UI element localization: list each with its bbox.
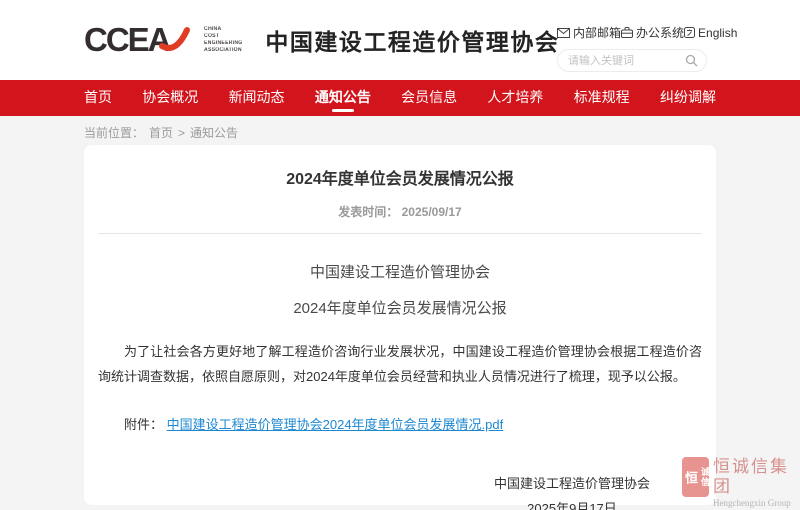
breadcrumb-home[interactable]: 首页: [149, 124, 173, 141]
search-box: [557, 49, 707, 72]
org-name-title: 中国建设工程造价管理协会: [265, 23, 559, 57]
nav-item-notices[interactable]: 通知公告: [315, 80, 371, 116]
nav-item-members[interactable]: 会员信息: [401, 80, 457, 116]
watermark-name-cn: 恒诚信集团: [713, 457, 800, 497]
quick-links: 内部邮箱 办公系统 English: [557, 24, 707, 41]
nav-item-news[interactable]: 新闻动态: [229, 80, 285, 116]
ccea-logo-graphic: CCEA: [84, 18, 202, 62]
article-paragraph: 为了让社会各方更好地了解工程造价咨询行业发展状况，中国建设工程造价管理协会根据工…: [98, 339, 702, 389]
site-header: CCEA CHINA COST ENGINEERING ASSOCIATION …: [0, 0, 800, 80]
logo-sub-line: ASSOCIATION: [204, 48, 243, 54]
breadcrumb-separator: >: [178, 126, 185, 140]
article-title: 2024年度单位会员发展情况公报: [98, 165, 702, 189]
ccea-logo-acronym: CCEA: [84, 18, 202, 62]
breadcrumb-prefix: 当前位置：: [84, 124, 144, 141]
translate-icon: [684, 27, 695, 38]
site-logo[interactable]: CCEA CHINA COST ENGINEERING ASSOCIATION …: [84, 18, 559, 62]
envelope-icon: [557, 28, 570, 38]
logo-sub-line: CHINA: [204, 27, 243, 33]
attachment-row: 附件： 中国建设工程造价管理协会2024年度单位会员发展情况.pdf: [98, 414, 702, 433]
main-nav: 首页 协会概况 新闻动态 通知公告 会员信息 人才培养 标准规程 纠纷调解: [0, 80, 800, 116]
search-icon[interactable]: [685, 54, 698, 67]
nav-item-about[interactable]: 协会概况: [142, 80, 198, 116]
signature-block: 中国建设工程造价管理协会 2025年9月17日: [98, 471, 702, 510]
article-card: 2024年度单位会员发展情况公报 发表时间： 2025/09/17 中国建设工程…: [84, 145, 716, 505]
internal-mail-label: 内部邮箱: [573, 24, 621, 41]
office-system-label: 办公系统: [636, 24, 684, 41]
breadcrumb: 当前位置： 首页 > 通知公告: [84, 124, 800, 141]
nav-item-training[interactable]: 人才培养: [487, 80, 543, 116]
search-input[interactable]: [568, 55, 685, 67]
title-divider: [98, 233, 702, 234]
document-heading-title: 2024年度单位会员发展情况公报: [98, 297, 702, 318]
breadcrumb-current[interactable]: 通知公告: [190, 124, 238, 141]
publish-time: 发表时间： 2025/09/17: [98, 203, 702, 220]
attachment-pdf-link[interactable]: 中国建设工程造价管理协会2024年度单位会员发展情况.pdf: [167, 417, 504, 432]
watermark-name-en: Hengchengxin Group: [713, 497, 800, 509]
nav-item-home[interactable]: 首页: [84, 80, 112, 116]
nav-item-standards[interactable]: 标准规程: [574, 80, 630, 116]
attachment-label: 附件：: [124, 417, 163, 432]
nav-item-mediation[interactable]: 纠纷调解: [660, 80, 716, 116]
internal-mail-link[interactable]: 内部邮箱: [557, 24, 621, 41]
logo-sub-line: COST: [204, 34, 243, 40]
signature-date: 2025年9月17日: [494, 496, 650, 510]
signature-org: 中国建设工程造价管理协会: [494, 471, 650, 496]
header-utilities: 内部邮箱 办公系统 English: [557, 24, 707, 72]
english-label: English: [698, 26, 737, 40]
svg-text:CCEA: CCEA: [84, 21, 171, 58]
office-system-link[interactable]: 办公系统: [621, 24, 684, 41]
document-heading-org: 中国建设工程造价管理协会: [98, 261, 702, 282]
briefcase-icon: [621, 27, 633, 38]
logo-sub-line: ENGINEERING: [204, 41, 243, 47]
english-link[interactable]: English: [684, 26, 737, 40]
ccea-logo-subtext: CHINA COST ENGINEERING ASSOCIATION: [204, 26, 249, 54]
